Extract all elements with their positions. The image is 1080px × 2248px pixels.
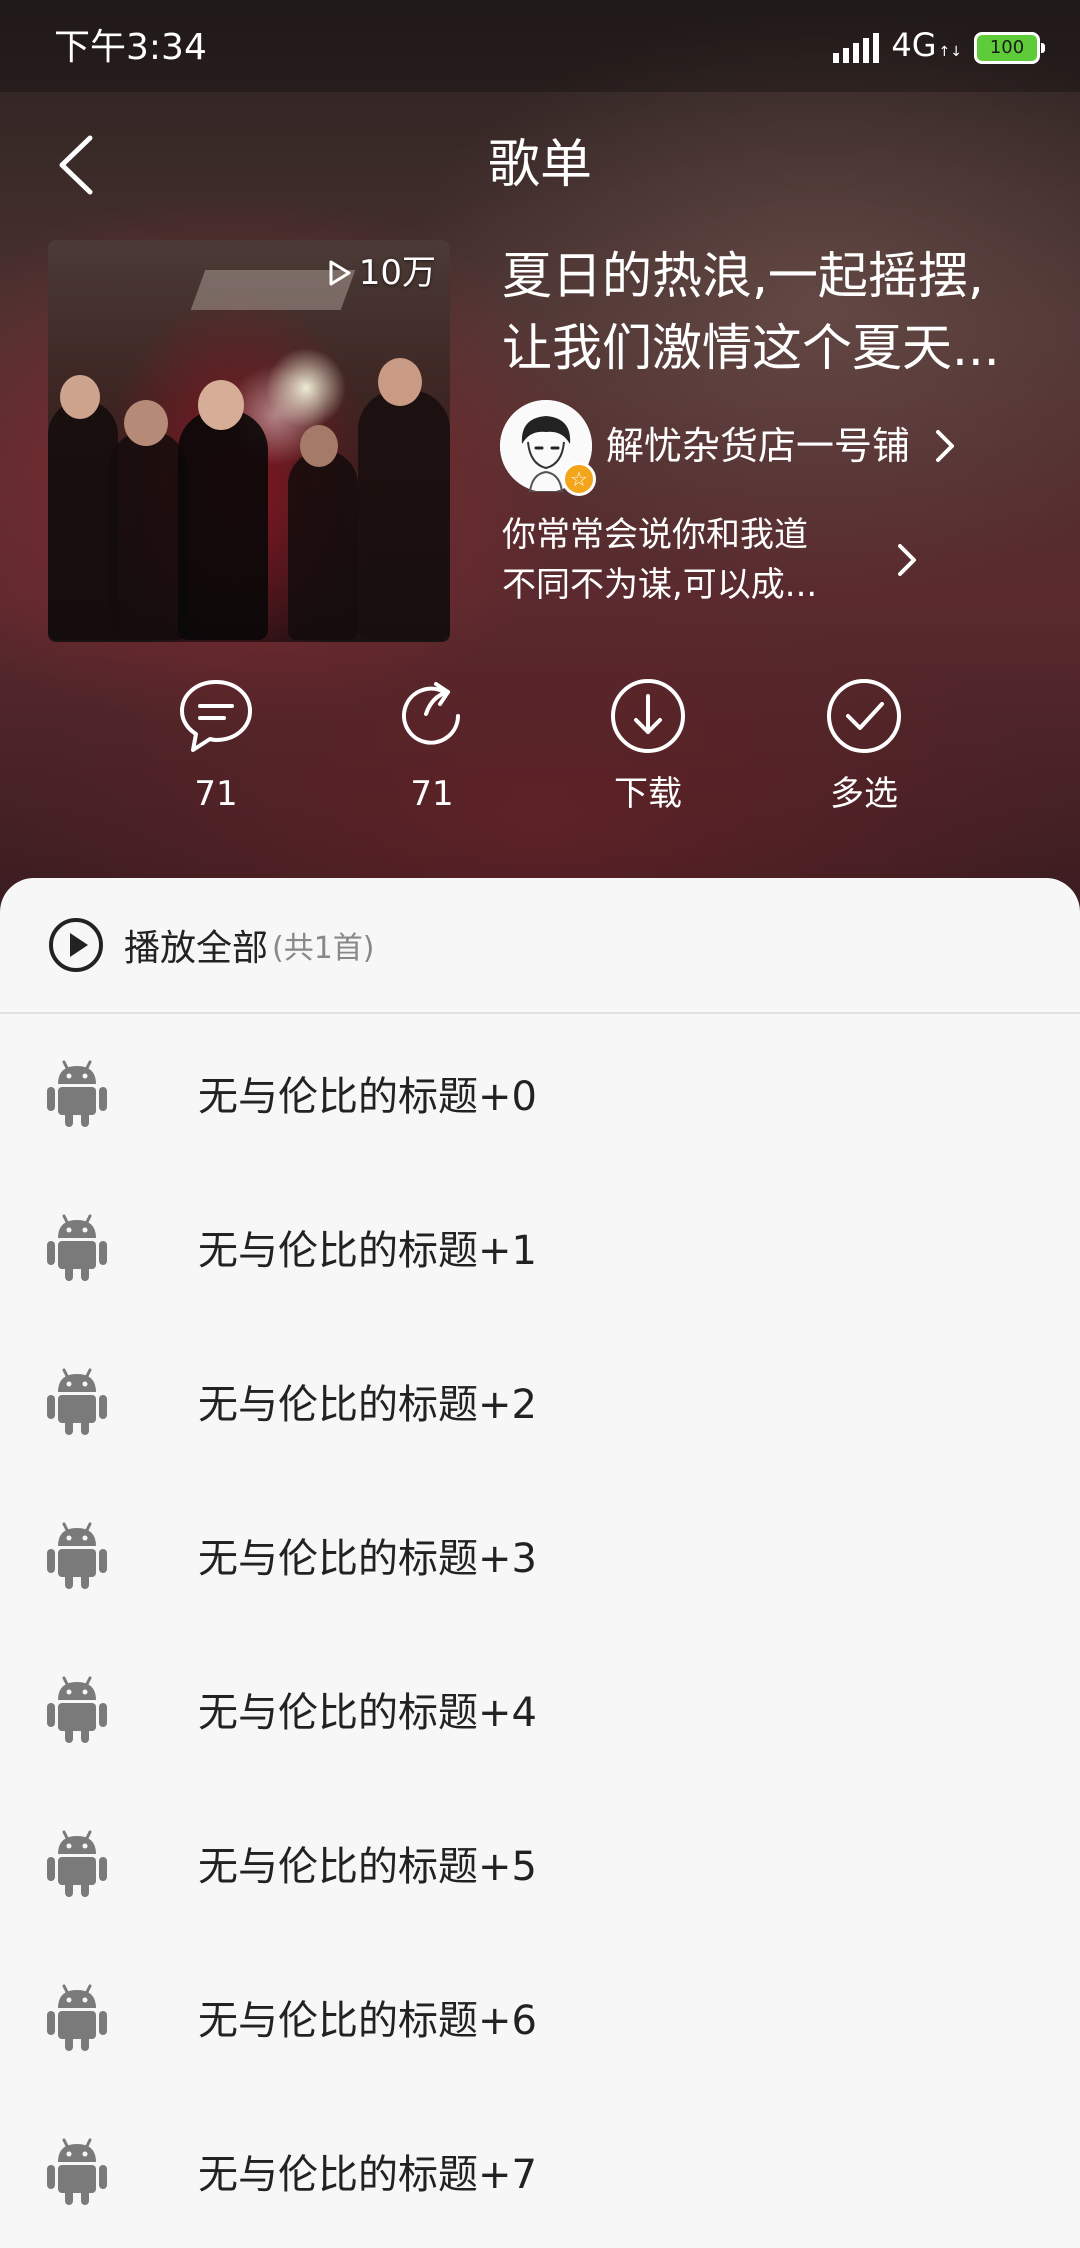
download-label: 下载	[614, 774, 682, 814]
song-title: 无与伦比的标题+4	[198, 1690, 537, 1736]
android-icon	[47, 1060, 107, 1127]
chevron-right-icon	[936, 430, 955, 462]
android-icon	[47, 1830, 107, 1897]
check-circle-icon	[827, 679, 901, 753]
song-item[interactable]: 无与伦比的标题+0	[0, 1016, 1080, 1170]
song-count: (共1首)	[272, 931, 375, 966]
playlist-description[interactable]: 你常常会说你和我道 不同不为谋,可以成...	[502, 510, 1062, 610]
song-title: 无与伦比的标题+2	[198, 1382, 537, 1428]
playlist-screen: 下午3:34 4G ↑↓ 100 歌单 10万 夏日的热浪,一起摇摆, 让我们激…	[0, 0, 1080, 2248]
status-time: 下午3:34	[54, 27, 207, 68]
network-activity-icon: ↑↓	[938, 43, 962, 60]
play-all-button[interactable]: 播放全部 (共1首)	[0, 878, 1080, 1014]
description-line2: 不同不为谋,可以成...	[502, 565, 818, 605]
playlist-cover[interactable]: 10万	[48, 240, 450, 642]
song-title: 无与伦比的标题+1	[198, 1228, 537, 1274]
song-title: 无与伦比的标题+6	[198, 1998, 537, 2044]
song-item[interactable]: 无与伦比的标题+5	[0, 1786, 1080, 1940]
share-button[interactable]: 71	[362, 676, 502, 816]
playlist-title-line2: 让我们激情这个夏天...	[502, 319, 1000, 377]
avatar[interactable]: ☆	[500, 400, 596, 496]
song-title: 无与伦比的标题+5	[198, 1844, 537, 1890]
song-item[interactable]: 无与伦比的标题+2	[0, 1324, 1080, 1478]
song-item[interactable]: 无与伦比的标题+6	[0, 1940, 1080, 2094]
song-item[interactable]: 无与伦比的标题+1	[0, 1170, 1080, 1324]
play-circle-icon	[49, 918, 103, 972]
song-list-panel: 播放全部 (共1首) 无与伦比的标题+0 无与伦比的标题+1 无与伦比的标题+2…	[0, 878, 1080, 2248]
status-bar: 下午3:34 4G ↑↓ 100	[0, 0, 1080, 92]
chevron-right-icon	[898, 544, 916, 576]
song-item[interactable]: 无与伦比的标题+3	[0, 1478, 1080, 1632]
android-icon	[47, 1214, 107, 1281]
android-icon	[47, 1368, 107, 1435]
song-title: 无与伦比的标题+3	[198, 1536, 537, 1582]
play-all-label: 播放全部	[124, 928, 269, 969]
creator-row[interactable]: ☆ 解忧杂货店一号铺	[500, 398, 1060, 496]
play-count-value: 10万	[358, 253, 436, 293]
download-circle-icon	[611, 679, 685, 753]
battery-icon: 100	[974, 32, 1045, 64]
share-arrow-icon	[402, 682, 460, 745]
song-item[interactable]: 无与伦比的标题+4	[0, 1632, 1080, 1786]
download-button[interactable]: 下载	[578, 676, 718, 816]
comment-button[interactable]: 71	[146, 676, 286, 816]
play-count: 10万	[327, 250, 436, 296]
description-line1: 你常常会说你和我道	[502, 515, 808, 555]
status-indicators: 4G ↑↓ 100	[833, 26, 1045, 68]
signal-icon	[833, 33, 880, 63]
network-type: 4G ↑↓	[891, 25, 962, 64]
song-title: 无与伦比的标题+7	[198, 2152, 537, 2198]
android-icon	[47, 1676, 107, 1743]
action-row: 71 71 下载 多选	[0, 676, 1080, 836]
android-icon	[47, 2138, 107, 2205]
multiselect-label: 多选	[830, 774, 898, 814]
description-text: 你常常会说你和我道 不同不为谋,可以成...	[502, 510, 872, 610]
android-icon	[47, 1522, 107, 1589]
multiselect-button[interactable]: 多选	[794, 676, 934, 816]
playlist-title-line1: 夏日的热浪,一起摇摆,	[502, 247, 984, 305]
creator-name: 解忧杂货店一号铺	[606, 424, 911, 468]
comment-bubble-icon	[180, 680, 252, 752]
android-icon	[47, 1984, 107, 2051]
song-list: 无与伦比的标题+0 无与伦比的标题+1 无与伦比的标题+2 无与伦比的标题+3 …	[0, 1016, 1080, 2248]
share-count: 71	[410, 774, 454, 814]
playlist-title: 夏日的热浪,一起摇摆, 让我们激情这个夏天...	[502, 240, 1042, 384]
page-title: 歌单	[487, 135, 592, 195]
comment-count: 71	[194, 774, 238, 814]
star-badge-icon: ☆	[562, 462, 596, 496]
song-title: 无与伦比的标题+0	[198, 1074, 537, 1120]
song-item[interactable]: 无与伦比的标题+7	[0, 2094, 1080, 2248]
play-triangle-icon	[329, 260, 351, 286]
